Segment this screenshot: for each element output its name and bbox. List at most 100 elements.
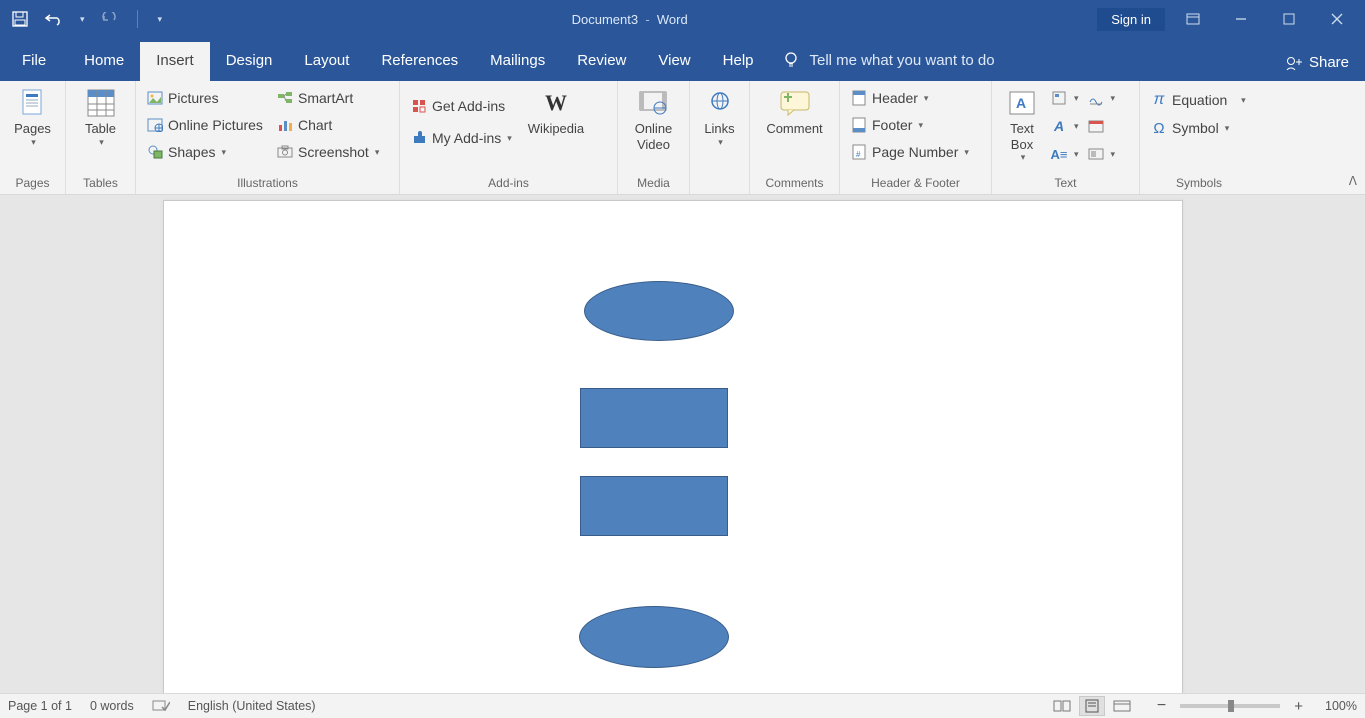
tab-review[interactable]: Review [561,42,642,81]
table-button[interactable]: Table▾ [77,85,125,149]
document-area[interactable] [0,195,1365,693]
quick-access-toolbar: ▾ ▾ [0,9,162,29]
group-addins: Get Add-ins My Add-ins▾ W Wikipedia Add-… [400,81,618,194]
print-layout-button[interactable] [1079,696,1105,716]
equation-button[interactable]: πEquation ▾ [1146,87,1250,113]
link-icon [704,87,736,119]
redo-button[interactable] [99,9,119,29]
shape-rectangle-1[interactable] [580,388,728,448]
group-tables: Table▾ Tables [66,81,136,194]
maximize-button[interactable] [1269,4,1309,34]
document-page[interactable] [163,200,1183,693]
pictures-button[interactable]: Pictures [142,85,272,111]
quick-parts-icon [1050,89,1068,107]
group-pages: Pages▾ Pages [0,81,66,194]
zoom-level[interactable]: 100% [1325,699,1357,713]
tab-design[interactable]: Design [210,42,289,81]
sign-in-button[interactable]: Sign in [1097,8,1165,31]
footer-icon [850,116,868,134]
chart-icon [276,116,294,134]
wikipedia-icon: W [540,87,572,119]
ribbon-tabs: File Home Insert Design Layout Reference… [0,38,1365,81]
shape-ellipse-2[interactable] [579,606,729,668]
footer-button[interactable]: Footer▾ [846,112,973,138]
ribbon-display-options[interactable] [1173,4,1213,34]
chart-button[interactable]: Chart [272,112,392,138]
store-icon [410,97,428,115]
spell-check-icon[interactable] [152,698,170,715]
pagenumber-icon: # [850,143,868,161]
tab-help[interactable]: Help [707,42,770,81]
tab-mailings[interactable]: Mailings [474,42,561,81]
screenshot-button[interactable]: Screenshot▾ [272,139,392,165]
object-icon [1087,145,1105,163]
zoom-in-button[interactable]: + [1290,698,1307,715]
signature-line-button[interactable]: ▾ [1085,85,1118,111]
word-count[interactable]: 0 words [90,699,134,713]
window-title: Document3 - Word [162,12,1097,27]
pages-button[interactable]: Pages▾ [8,85,57,149]
shapes-button[interactable]: Shapes▾ [142,139,272,165]
tab-insert[interactable]: Insert [140,42,210,81]
shape-rectangle-2[interactable] [580,476,728,536]
symbol-icon: Ω [1150,119,1168,137]
drop-cap-button[interactable]: A≡▾ [1048,141,1081,167]
zoom-slider[interactable] [1180,704,1280,708]
shape-ellipse-1[interactable] [584,281,734,341]
share-button[interactable]: Share [1285,54,1349,71]
tab-view[interactable]: View [642,42,706,81]
online-video-button[interactable]: Online Video [629,85,679,154]
save-button[interactable] [10,9,30,29]
web-layout-button[interactable] [1109,696,1135,716]
close-button[interactable] [1317,4,1357,34]
date-time-button[interactable] [1085,113,1107,139]
online-pictures-icon [146,116,164,134]
group-illustrations: Pictures Online Pictures Shapes▾ SmartAr… [136,81,400,194]
group-header-footer: Header▾ Footer▾ #Page Number▾ Header & F… [840,81,992,194]
text-box-button[interactable]: A Text Box▾ [998,85,1046,165]
undo-button[interactable] [44,9,64,29]
read-mode-button[interactable] [1049,696,1075,716]
header-button[interactable]: Header▾ [846,85,973,111]
symbol-button[interactable]: ΩSymbol▾ [1146,115,1250,141]
get-addins-button[interactable]: Get Add-ins [406,93,516,119]
group-media: Online Video Media [618,81,690,194]
tab-references[interactable]: References [365,42,474,81]
screenshot-icon [276,143,294,161]
collapse-ribbon-button[interactable]: ᐱ [1349,174,1357,188]
online-pictures-button[interactable]: Online Pictures [142,112,272,138]
addins-icon [410,129,428,147]
page-indicator[interactable]: Page 1 of 1 [8,699,72,713]
quick-parts-button[interactable]: ▾ [1048,85,1081,111]
tab-file[interactable]: File [0,42,68,81]
wikipedia-button[interactable]: W Wikipedia [522,85,590,139]
svg-text:A: A [1016,95,1026,111]
wordart-button[interactable]: A▾ [1048,113,1081,139]
tell-me-search[interactable]: Tell me what you want to do [782,51,995,81]
comment-icon [778,87,810,119]
object-button[interactable]: ▾ [1085,141,1118,167]
smartart-button[interactable]: SmartArt [272,85,392,111]
language-indicator[interactable]: English (United States) [188,699,316,713]
page-number-button[interactable]: #Page Number▾ [846,139,973,165]
tab-layout[interactable]: Layout [288,42,365,81]
links-button[interactable]: Links▾ [696,85,744,149]
textbox-icon: A [1006,87,1038,119]
group-links: Links▾ [690,81,750,194]
status-bar: Page 1 of 1 0 words English (United Stat… [0,693,1365,718]
dropcap-icon: A≡ [1050,145,1068,163]
group-comments: Comment Comments [750,81,840,194]
page-icon [17,87,49,119]
video-icon [637,87,669,119]
my-addins-button[interactable]: My Add-ins▾ [406,125,516,151]
share-icon [1285,55,1303,71]
tab-home[interactable]: Home [68,42,140,81]
datetime-icon [1087,117,1105,135]
ribbon: Pages▾ Pages Table▾ Tables Pictures Onli… [0,81,1365,195]
group-symbols: πEquation ▾ ΩSymbol▾ Symbols [1140,81,1258,194]
comment-button[interactable]: Comment [760,85,828,139]
signature-icon [1087,89,1105,107]
title-bar: ▾ ▾ Document3 - Word Sign in [0,0,1365,38]
zoom-out-button[interactable]: − [1153,697,1170,715]
minimize-button[interactable] [1221,4,1261,34]
